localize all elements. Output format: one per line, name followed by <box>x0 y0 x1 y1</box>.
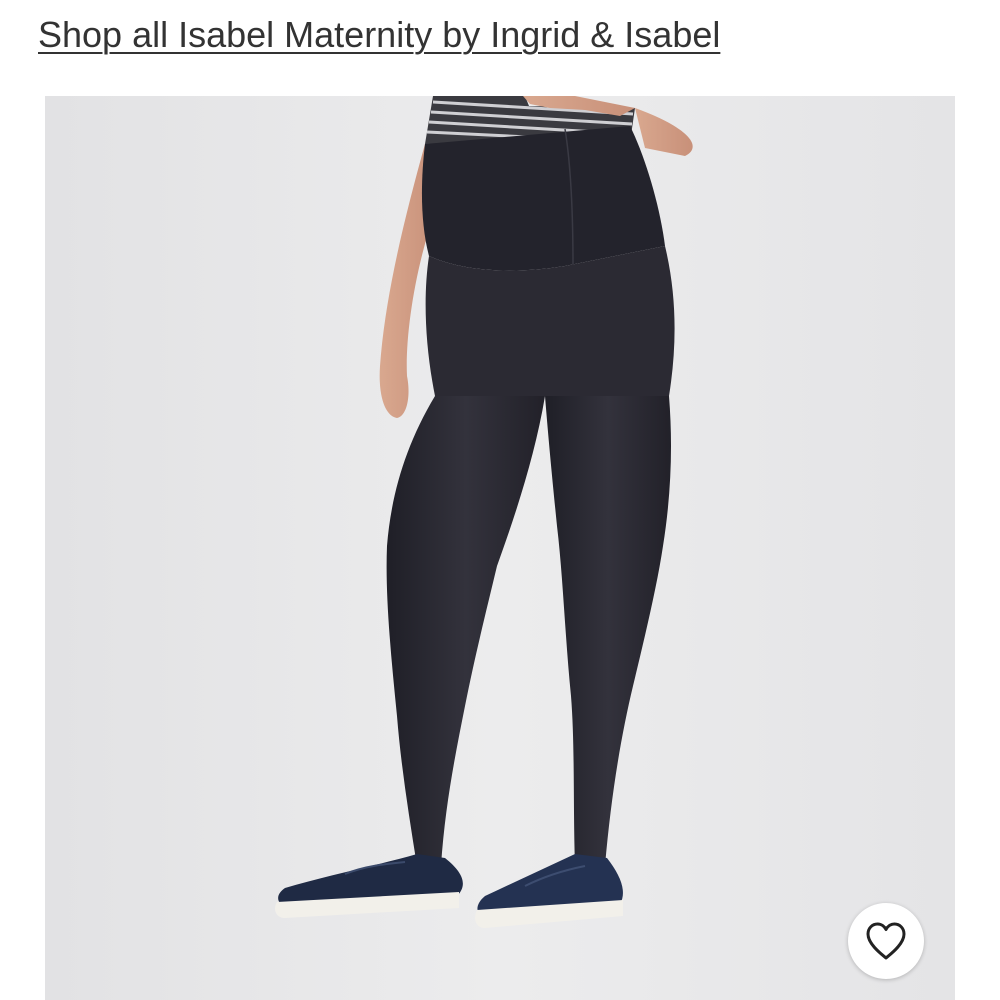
leggings-hips <box>425 246 675 401</box>
heart-icon <box>866 922 906 960</box>
favorite-button[interactable] <box>848 903 924 979</box>
product-page: Shop all Isabel Maternity by Ingrid & Is… <box>0 0 1000 1000</box>
shop-all-brand-link[interactable]: Shop all Isabel Maternity by Ingrid & Is… <box>38 14 720 56</box>
product-image[interactable] <box>45 96 955 1000</box>
maternity-leggings-photo <box>45 96 955 1000</box>
belly-band <box>421 126 665 271</box>
